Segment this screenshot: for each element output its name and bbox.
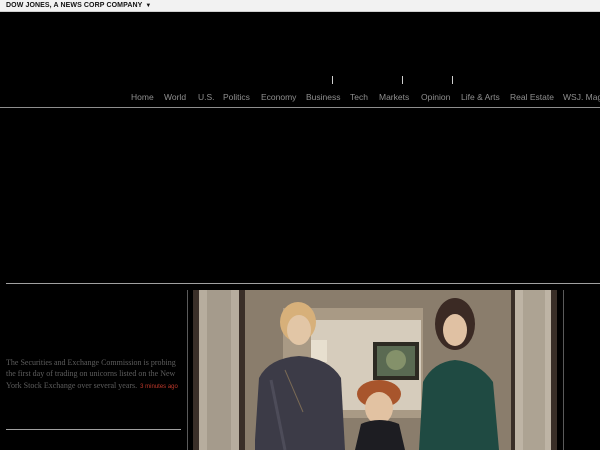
dow-jones-menu[interactable]: DOW JONES, A NEWS CORP COMPANY ▼ bbox=[6, 0, 151, 11]
nav-politics[interactable]: Politics bbox=[223, 92, 250, 102]
utility-bar: DOW JONES, A NEWS CORP COMPANY ▼ bbox=[0, 0, 600, 12]
nav-markets[interactable]: Markets bbox=[379, 92, 409, 102]
nav-us[interactable]: U.S. bbox=[198, 92, 215, 102]
brand-label: DOW JONES, A NEWS CORP COMPANY bbox=[6, 2, 143, 9]
nav-divider bbox=[0, 107, 600, 108]
lead-photo-image bbox=[193, 290, 557, 450]
story-divider bbox=[6, 429, 181, 430]
chevron-down-icon: ▼ bbox=[145, 3, 152, 9]
nav-home[interactable]: Home bbox=[131, 92, 154, 102]
header-divider bbox=[332, 76, 333, 84]
nav-economy[interactable]: Economy bbox=[261, 92, 296, 102]
nav-tech[interactable]: Tech bbox=[350, 92, 368, 102]
nav-life-arts[interactable]: Life & Arts bbox=[461, 92, 500, 102]
page: DOW JONES, A NEWS CORP COMPANY ▼ Home Wor… bbox=[0, 0, 600, 450]
lead-photo[interactable] bbox=[193, 290, 557, 450]
nav-world[interactable]: World bbox=[164, 92, 186, 102]
column-divider bbox=[187, 290, 188, 450]
nav-wsj-mag[interactable]: WSJ. Mag bbox=[563, 92, 600, 102]
section-divider bbox=[6, 283, 600, 284]
nav-business[interactable]: Business bbox=[306, 92, 341, 102]
story-summary[interactable]: The Securities and Exchange Commission i… bbox=[6, 357, 178, 393]
main-nav: Home World U.S. Politics Economy Busines… bbox=[0, 88, 600, 107]
nav-real-estate[interactable]: Real Estate bbox=[510, 92, 554, 102]
story-timestamp: 3 minutes ago bbox=[140, 383, 178, 390]
header-divider bbox=[452, 76, 453, 84]
nav-opinion[interactable]: Opinion bbox=[421, 92, 450, 102]
header-divider bbox=[402, 76, 403, 84]
column-divider bbox=[563, 290, 564, 450]
